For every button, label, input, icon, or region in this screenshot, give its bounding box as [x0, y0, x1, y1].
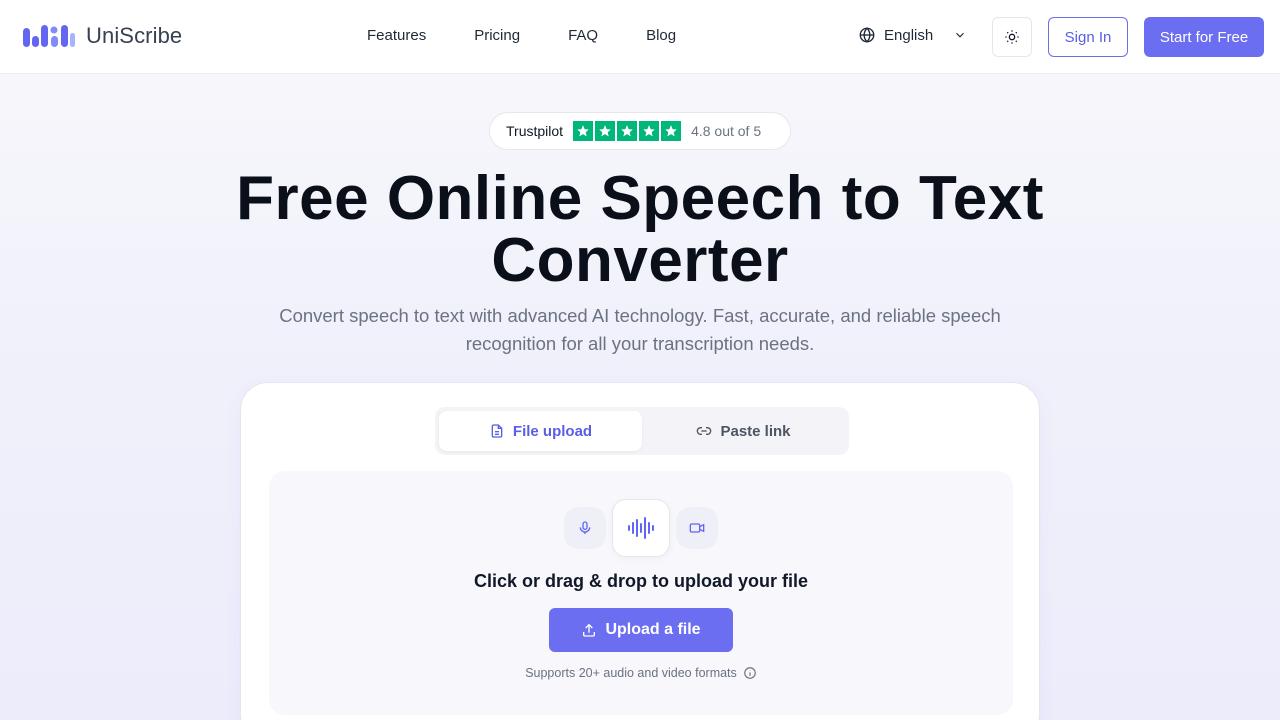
star-icon [617, 121, 638, 141]
tab-paste-link[interactable]: Paste link [642, 411, 845, 451]
dropzone-title: Click or drag & drop to upload your file [473, 571, 809, 591]
nav-faq[interactable]: FAQ [568, 27, 598, 44]
globe-icon [859, 27, 875, 43]
star-icon [661, 121, 682, 141]
uniscribe-logo-icon [23, 25, 75, 47]
media-type-icons [269, 499, 1013, 557]
language-selector[interactable]: English [858, 26, 967, 44]
title-line-2: Converter [491, 226, 789, 295]
title-line-1: Free Online Speech to Text [236, 164, 1044, 233]
nav-pricing[interactable]: Pricing [474, 27, 520, 44]
page-subtitle: Convert speech to text with advanced AI … [240, 302, 1040, 358]
language-label: English [884, 26, 934, 44]
video-camera-icon [676, 507, 718, 549]
upload-card: File upload Paste link Click or drag & d… [240, 382, 1040, 720]
star-icon [573, 121, 594, 141]
star-icon [639, 121, 660, 141]
rating-stars [573, 121, 682, 141]
subtitle-line-1: Convert speech to text with advanced AI … [279, 305, 1001, 326]
upload-file-label: Upload a file [605, 621, 701, 638]
microphone-icon [564, 507, 606, 549]
start-for-free-button[interactable]: Start for Free [1144, 17, 1264, 57]
tab-paste-link-label: Paste link [720, 422, 791, 440]
main-nav: Features Pricing FAQ Blog [367, 27, 676, 44]
audio-waveform-icon [612, 499, 670, 557]
sign-in-button[interactable]: Sign In [1048, 17, 1128, 57]
nav-blog[interactable]: Blog [646, 27, 676, 44]
chevron-down-icon [956, 32, 965, 38]
top-navbar: UniScribe Features Pricing FAQ Blog Engl… [0, 0, 1280, 74]
sun-icon [1005, 30, 1019, 44]
tab-file-upload-label: File upload [512, 422, 593, 440]
rating-text: 4.8 out of 5 [691, 123, 762, 139]
file-dropzone[interactable]: Click or drag & drop to upload your file… [269, 471, 1013, 715]
supported-formats-note: Supports 20+ audio and video formats [269, 666, 1013, 680]
subtitle-line-2: recognition for all your transcription n… [465, 333, 815, 354]
trustpilot-label: Trustpilot [506, 123, 564, 139]
page-title: Free Online Speech to Text Converter [0, 168, 1280, 292]
theme-toggle-button[interactable] [992, 17, 1032, 57]
trustpilot-badge[interactable]: Trustpilot 4.8 out of 5 [489, 112, 791, 150]
tab-file-upload[interactable]: File upload [439, 411, 642, 451]
brand-name: UniScribe [86, 23, 183, 48]
supported-formats-text: Supports 20+ audio and video formats [525, 666, 737, 680]
document-icon [491, 424, 503, 438]
info-icon[interactable] [743, 666, 757, 680]
upload-mode-tabs: File upload Paste link [435, 407, 849, 455]
nav-features[interactable]: Features [367, 27, 426, 44]
brand-logo[interactable]: UniScribe [22, 22, 182, 50]
upload-icon [583, 623, 596, 637]
link-icon [697, 427, 712, 435]
star-icon [595, 121, 616, 141]
upload-file-button[interactable]: Upload a file [549, 608, 733, 652]
